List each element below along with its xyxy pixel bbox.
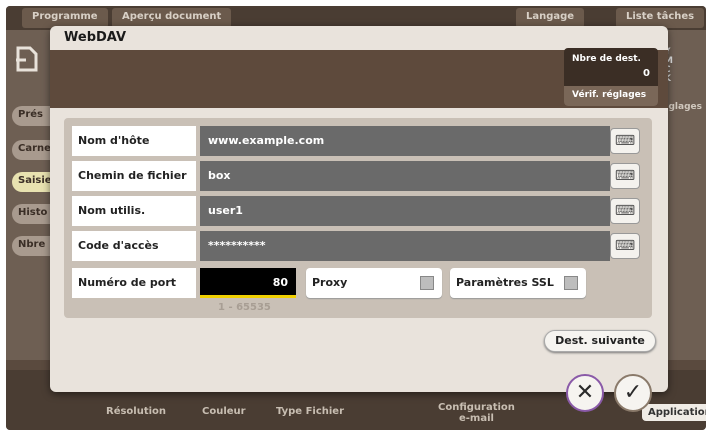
- port-input[interactable]: 80: [200, 268, 296, 298]
- dialog-title: WebDAV: [64, 30, 127, 45]
- password-input[interactable]: **********: [200, 231, 610, 261]
- ssl-checkbox[interactable]: [564, 276, 578, 290]
- bottom-resolution[interactable]: Résolution: [106, 406, 166, 417]
- form-area: Nom d'hôte www.example.com ⌨ Chemin de f…: [64, 118, 652, 318]
- field-row-username: Nom utilis. user1: [72, 196, 612, 226]
- field-row-path: Chemin de fichier box: [72, 161, 612, 191]
- path-input[interactable]: box: [200, 161, 610, 191]
- cancel-button[interactable]: ✕: [566, 374, 604, 412]
- field-row-hostname: Nom d'hôte www.example.com: [72, 126, 612, 156]
- field-row-password: Code d'accès **********: [72, 231, 612, 261]
- field-label-password: Code d'accès: [72, 231, 196, 261]
- field-label-hostname: Nom d'hôte: [72, 126, 196, 156]
- tab-langage[interactable]: Langage: [516, 8, 585, 28]
- bottom-application[interactable]: Application: [642, 404, 706, 421]
- keyboard-icon[interactable]: ⌨: [610, 233, 640, 259]
- verif-reglages-button[interactable]: Vérif. réglages: [564, 86, 658, 106]
- tab-programme[interactable]: Programme: [22, 8, 108, 28]
- config-line-1: Configuration: [438, 402, 515, 413]
- next-destination-button[interactable]: Dest. suivante: [544, 330, 656, 352]
- ssl-label: Paramètres SSL: [456, 276, 554, 289]
- bottom-configuration[interactable]: Configuration e-mail: [438, 402, 515, 424]
- proxy-checkbox[interactable]: [420, 276, 434, 290]
- ssl-settings-toggle[interactable]: Paramètres SSL: [450, 268, 586, 298]
- document-icon: [12, 44, 46, 78]
- dest-count-box: Nbre de dest. 0 Vérif. réglages: [564, 48, 658, 106]
- webdav-dialog: WebDAV Nbre de dest. 0 Vérif. réglages N…: [50, 26, 668, 392]
- keyboard-icon[interactable]: ⌨: [610, 128, 640, 154]
- dest-count-value: 0: [643, 68, 650, 79]
- toner-k: K: [664, 75, 694, 84]
- username-input[interactable]: user1: [200, 196, 610, 226]
- proxy-label: Proxy: [312, 276, 348, 289]
- field-label-path: Chemin de fichier: [72, 161, 196, 191]
- hostname-input[interactable]: www.example.com: [200, 126, 610, 156]
- keyboard-icon[interactable]: ⌨: [610, 163, 640, 189]
- ok-button[interactable]: ✓: [614, 374, 652, 412]
- tab-apercu-document[interactable]: Aperçu document: [112, 8, 232, 28]
- dest-count-label: Nbre de dest.: [572, 54, 641, 64]
- proxy-toggle[interactable]: Proxy: [306, 268, 442, 298]
- port-label: Numéro de port: [72, 268, 196, 298]
- toner-indicator: Y M C K: [664, 48, 694, 84]
- keyboard-icon[interactable]: ⌨: [610, 198, 640, 224]
- port-range-hint: 1 - 65535: [218, 302, 271, 313]
- config-line-2: e-mail: [458, 413, 494, 424]
- bottom-couleur[interactable]: Couleur: [202, 406, 246, 417]
- bottom-type-fichier[interactable]: Type Fichier: [276, 406, 344, 417]
- field-label-username: Nom utilis.: [72, 196, 196, 226]
- tab-liste-taches[interactable]: Liste tâches: [616, 8, 705, 28]
